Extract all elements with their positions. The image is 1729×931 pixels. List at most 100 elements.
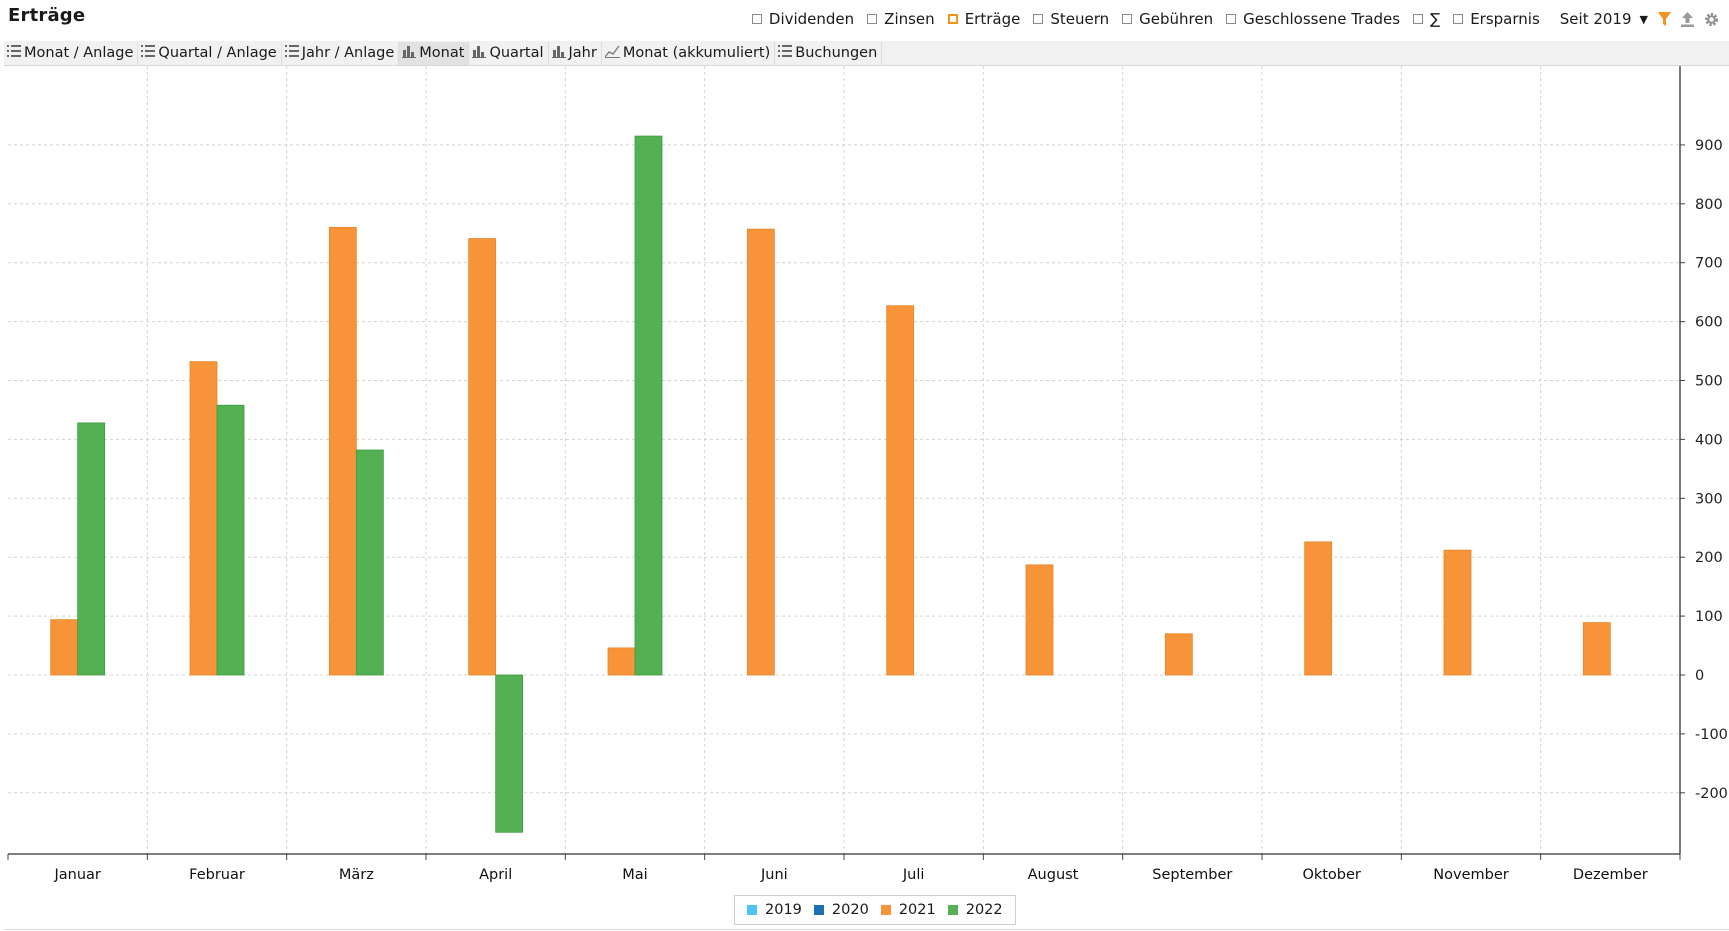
filter-ertraege[interactable]: Erträge (947, 10, 1021, 28)
gear-icon[interactable] (1704, 12, 1719, 27)
sum-checkbox[interactable] (1413, 14, 1424, 24)
list-icon (778, 44, 795, 62)
x-tick-label: September (1152, 867, 1232, 883)
bar-2021-november (1443, 549, 1472, 676)
filter-label: Steuern (1050, 10, 1110, 28)
bar-2022-januar (77, 422, 106, 676)
x-tick-label: Juni (760, 867, 788, 883)
x-tick-label: Juli (902, 867, 925, 883)
bar-2022-april (495, 674, 524, 833)
bar-2021-april (468, 238, 497, 676)
y-tick-label: 600 (1695, 315, 1723, 331)
tab-label: Quartal / Anlage (158, 45, 277, 61)
x-tick-label: November (1433, 867, 1508, 883)
filter-label: Gebühren (1139, 10, 1214, 28)
y-tick-label: 700 (1695, 256, 1723, 272)
legend-item-2021[interactable]: 2021 (880, 902, 936, 918)
bar-2021-januar (50, 619, 79, 676)
x-tick-label: August (1028, 867, 1079, 883)
bar-2021-dezember (1582, 622, 1611, 676)
tab-label: Buchungen (795, 45, 878, 61)
bar-2022-mai (634, 135, 663, 676)
legend-label: 2021 (898, 902, 936, 918)
x-tick-label: Januar (53, 867, 100, 883)
filter-label: Erträge (964, 10, 1021, 28)
legend-swatch (947, 905, 958, 915)
tab-buchungen[interactable]: Buchungen (775, 41, 883, 65)
legend-swatch (813, 905, 824, 915)
list-icon (7, 44, 24, 62)
tab-label: Quartal (489, 45, 544, 61)
tab-label: Monat (akkumuliert) (622, 45, 771, 61)
legend-label: 2022 (965, 902, 1003, 918)
legend-swatch (747, 905, 757, 915)
view-tabs: Monat / Anlage Quartal / Anlage Jahr / A… (4, 41, 1729, 66)
y-tick-label: 400 (1695, 432, 1723, 448)
filter-zinsen[interactable]: Zinsen (867, 10, 935, 28)
steuern-checkbox[interactable] (1033, 14, 1044, 24)
y-tick-label: -200 (1695, 786, 1728, 802)
geschlossene-trades-checkbox[interactable] (1226, 14, 1237, 24)
page-title: Erträge (8, 5, 86, 26)
monthly-earnings-chart: 900 800 700 600 500 400 300 200 100 0 -100 -200 Janu… (7, 66, 1728, 883)
filter-geschlossene-trades[interactable]: Geschlossene Trades (1226, 10, 1400, 28)
tab-quartal-anlage[interactable]: Quartal / Anlage (138, 41, 282, 65)
y-tick-label: 200 (1695, 550, 1723, 566)
filter-bar: Dividenden Zinsen Erträge Steuern Gebühr… (739, 8, 1719, 30)
y-tick-label: 900 (1695, 138, 1723, 154)
legend-item-2022[interactable]: 2022 (947, 902, 1003, 918)
bar-2022-märz (355, 449, 384, 676)
filter-label: Dividenden (768, 10, 855, 28)
tab-monat-akkumuliert[interactable]: Monat (akkumuliert) (602, 41, 776, 65)
filter-label: Ersparnis (1470, 10, 1540, 28)
y-tick-label: 500 (1695, 374, 1723, 390)
filter-dividenden[interactable]: Dividenden (751, 10, 855, 28)
export-icon[interactable] (1681, 11, 1694, 27)
tab-monat[interactable]: Monat (399, 41, 470, 65)
gebuehren-checkbox[interactable] (1122, 14, 1133, 24)
tab-label: Jahr / Anlage (301, 45, 395, 61)
period-dropdown[interactable]: Seit 2019 ▼ (1560, 10, 1648, 28)
tab-jahr-anlage[interactable]: Jahr / Anlage (282, 41, 400, 65)
bar-2021-august (1025, 564, 1054, 676)
x-tick-label: Dezember (1573, 867, 1648, 883)
x-tick-label: Mai (622, 867, 647, 883)
legend-swatch (880, 905, 891, 915)
filter-ersparnis[interactable]: Ersparnis (1453, 10, 1540, 28)
x-tick-label: Februar (189, 867, 245, 883)
tab-monat-anlage[interactable]: Monat / Anlage (4, 41, 139, 65)
legend-item-2019[interactable]: 2019 (747, 902, 802, 918)
legend-label: 2020 (831, 902, 869, 918)
tab-jahr[interactable]: Jahr (549, 41, 602, 65)
bar-chart-icon (402, 44, 419, 62)
filter-label: Zinsen (884, 10, 935, 28)
bar-2021-juni (746, 228, 775, 676)
bar-chart-icon (472, 44, 489, 62)
dividenden-checkbox[interactable] (751, 14, 762, 24)
bottom-border (4, 929, 1729, 930)
y-tick-label: 100 (1695, 609, 1723, 625)
bar-2021-märz (328, 226, 357, 676)
y-tick-label: 300 (1695, 491, 1723, 507)
bar-chart-icon (551, 44, 569, 62)
y-tick-label: -100 (1695, 727, 1728, 743)
x-tick-label: März (339, 867, 374, 883)
filter-gebuehren[interactable]: Gebühren (1122, 10, 1213, 28)
bar-2021-februar (189, 361, 218, 676)
y-tick-label: 800 (1695, 197, 1723, 213)
legend-item-2020[interactable]: 2020 (813, 902, 869, 918)
ertraege-checkbox[interactable] (947, 14, 958, 24)
tab-quartal[interactable]: Quartal (469, 41, 549, 65)
chevron-down-icon[interactable]: ▼ (1640, 13, 1648, 26)
bar-2022-februar (216, 404, 245, 676)
filter-steuern[interactable]: Steuern (1033, 10, 1109, 28)
filter-sum[interactable]: ∑ (1413, 10, 1440, 28)
zinsen-checkbox[interactable] (867, 14, 878, 24)
period-value: Seit 2019 (1559, 10, 1632, 28)
bar-2021-september (1164, 633, 1193, 676)
ersparnis-checkbox[interactable] (1453, 14, 1464, 24)
filter-label: Geschlossene Trades (1243, 10, 1401, 28)
bar-2021-mai (607, 647, 636, 676)
filter-icon[interactable] (1658, 11, 1671, 27)
tab-label: Monat (419, 45, 465, 61)
